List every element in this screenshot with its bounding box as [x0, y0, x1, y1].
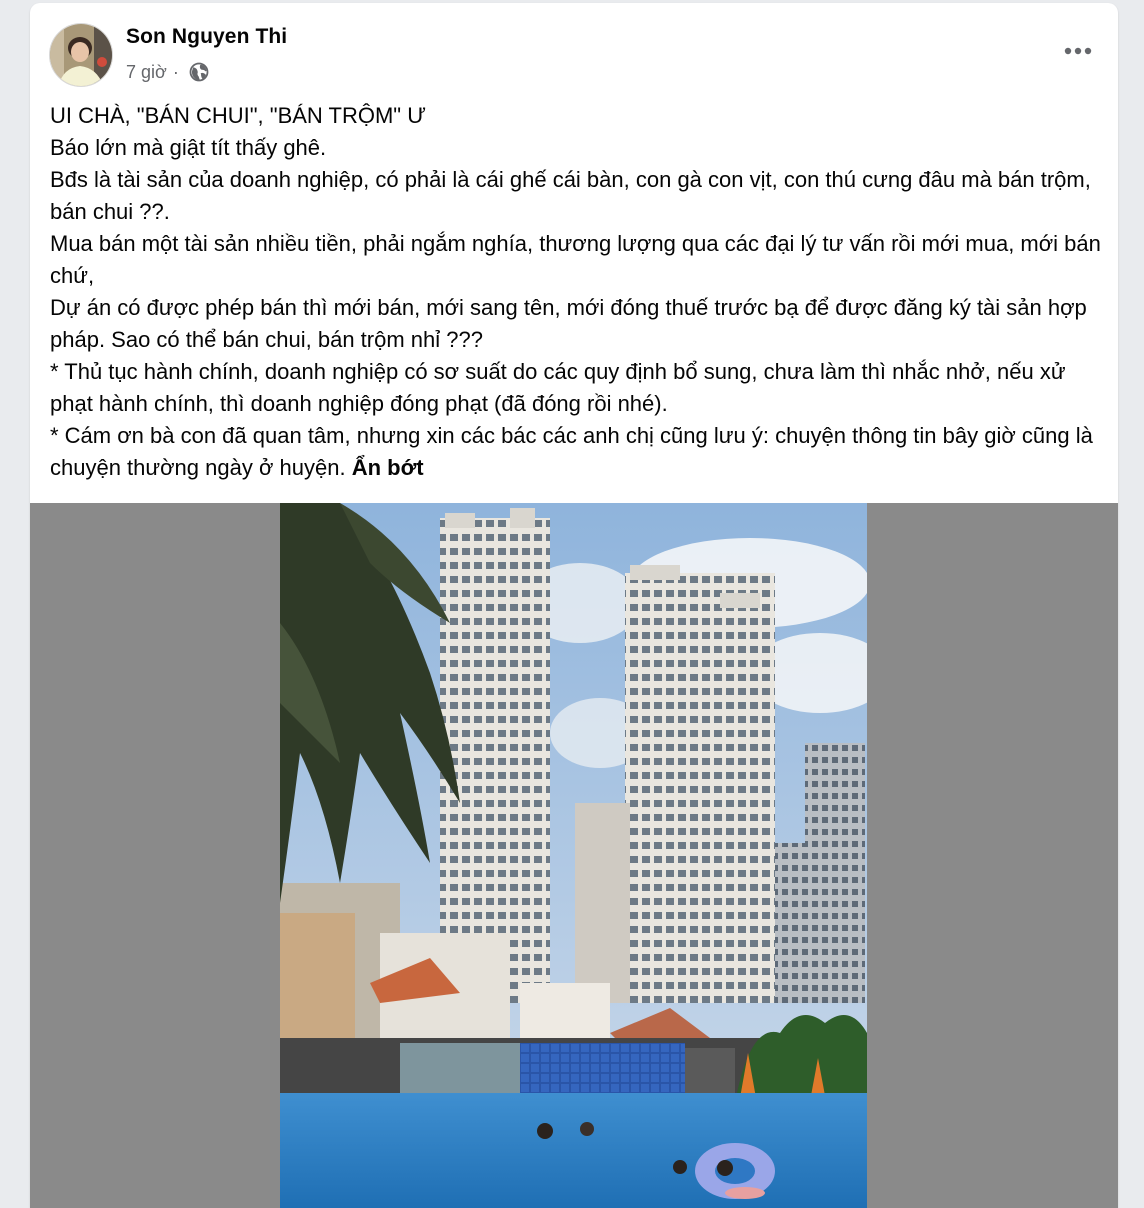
post-line: Báo lớn mà giật tít thấy ghê. — [50, 135, 327, 160]
post-header: Son Nguyen Thi 7 giờ · — [30, 3, 1118, 93]
author-name[interactable]: Son Nguyen Thi — [126, 25, 287, 49]
post-line-text: * Cám ơn bà con đã quan tâm, nhưng xin c… — [50, 423, 1093, 480]
post-media — [30, 503, 1118, 1208]
post-time[interactable]: 7 giờ — [126, 62, 167, 83]
post-line: Mua bán một tài sản nhiều tiền, phải ngắ… — [50, 231, 1101, 288]
post-text: UI CHÀ, "BÁN CHUI", "BÁN TRỘM" Ư Báo lớn… — [50, 100, 1110, 484]
more-horizontal-icon — [1064, 47, 1092, 55]
post-line-last: * Cám ơn bà con đã quan tâm, nhưng xin c… — [50, 420, 1110, 484]
post-line-title: UI CHÀ, "BÁN CHUI", "BÁN TRỘM" Ư — [50, 103, 426, 128]
post-card: Son Nguyen Thi 7 giờ · UI CHÀ, "BÁN CHUI… — [30, 3, 1118, 1208]
meta-separator: · — [172, 61, 179, 82]
post-line: Dự án có được phép bán thì mới bán, mới … — [50, 295, 1087, 352]
post-meta: 7 giờ · — [126, 61, 209, 83]
post-line: Bđs là tài sản của doanh nghiệp, có phải… — [50, 167, 1091, 224]
see-less-link[interactable]: Ẩn bớt — [352, 455, 424, 480]
avatar[interactable] — [49, 23, 113, 87]
post-line: * Thủ tục hành chính, doanh nghiệp có sơ… — [50, 359, 1066, 416]
more-options-button[interactable] — [1058, 33, 1098, 69]
globe-icon — [189, 62, 209, 82]
post-photo[interactable] — [280, 503, 867, 1208]
